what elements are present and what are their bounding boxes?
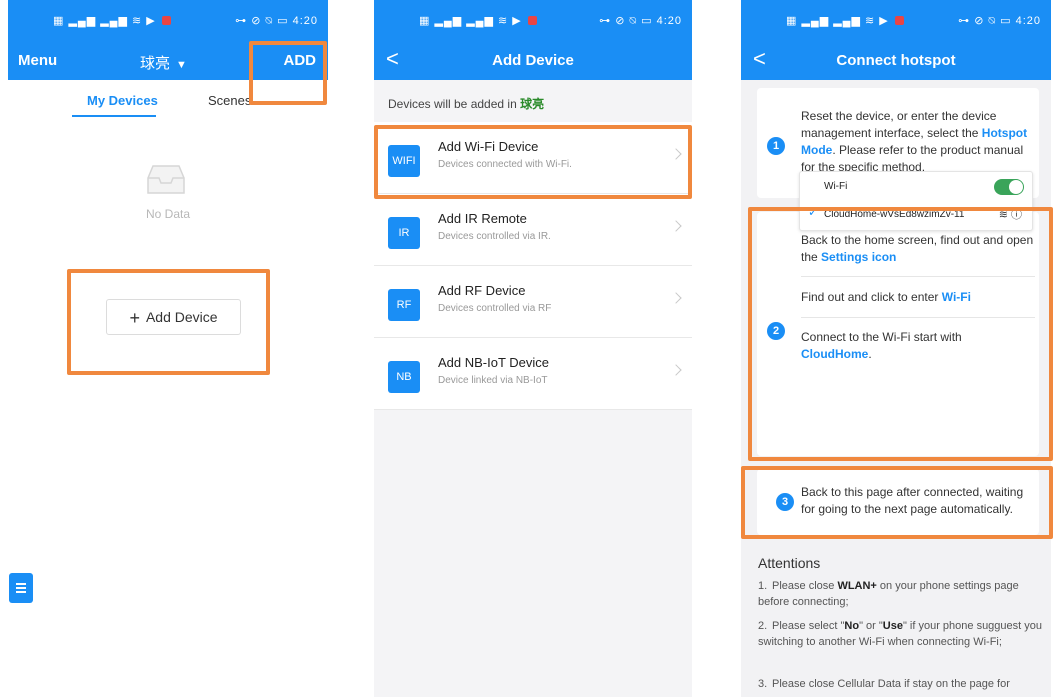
device-type-name: Add RF Device: [438, 283, 526, 298]
tab-underline: [72, 115, 156, 117]
record-icon: [894, 16, 904, 25]
chevron-right-icon: [670, 220, 682, 232]
notice-text: Devices will be added in: [388, 97, 521, 111]
attention-text: Please close Cellular Data if stay on th…: [772, 678, 1010, 690]
device-type-desc: Devices controlled via IR.: [438, 231, 551, 242]
attention-num: 2.: [758, 620, 768, 632]
step-number: 1: [767, 137, 785, 155]
tab-scenes[interactable]: Scenes: [208, 93, 251, 108]
caret-down-icon: ▼: [176, 59, 187, 71]
attention-item: 1. Please close WLAN+ on your phone setti…: [758, 578, 1043, 610]
highlight-wifi-device: [374, 125, 692, 199]
status-time: 4:20: [656, 15, 682, 27]
home-selector[interactable]: 球亮 ▼: [140, 52, 187, 73]
top-bar: < Connect hotspot: [741, 40, 1051, 80]
status-bar: ▦ ▂▄▆ ▂▄▆ ≋ ▶ ⊶ ⊘ ⍉ ▭ 4:20: [741, 0, 1051, 40]
status-right: ⊶ ⊘ ⍉ ▭ 4:20: [235, 15, 318, 27]
step-text: . Please refer to the product manual for…: [801, 143, 1024, 174]
highlight-add-device: [67, 269, 270, 375]
device-type-name: Add IR Remote: [438, 211, 527, 226]
status-right: ⊶ ⊘ ⍉ ▭ 4:20: [599, 15, 682, 27]
wifi-toggle-icon: [994, 179, 1024, 195]
attention-item: 2. Please select "No" or "Use" if your ph…: [758, 618, 1043, 650]
notice-home: 球亮: [520, 97, 545, 111]
highlight-step-2: [748, 207, 1053, 461]
device-type-nbiot[interactable]: NB Add NB-IoT Device Device linked via N…: [374, 338, 692, 410]
record-icon: [527, 16, 537, 25]
list-menu-button[interactable]: [9, 573, 33, 603]
status-bar: ▦ ▂▄▆ ▂▄▆ ≋ ▶ ⊶ ⊘ ⍉ ▭ 4:20: [8, 0, 328, 40]
nb-icon: NB: [388, 361, 420, 393]
record-icon: [161, 16, 171, 25]
attention-text: Please select ": [772, 620, 845, 632]
ir-icon: IR: [388, 217, 420, 249]
chevron-right-icon: [670, 292, 682, 304]
highlight-add: [249, 41, 327, 105]
attention-bold: No: [844, 620, 860, 632]
attention-num: 1.: [758, 580, 768, 592]
phone-screen-add-device: ▦ ▂▄▆ ▂▄▆ ≋ ▶ ⊶ ⊘ ⍉ ▭ 4:20 < Add Device …: [374, 0, 692, 697]
home-name: 球亮: [140, 55, 171, 72]
home-notice: Devices will be added in 球亮: [374, 80, 692, 122]
menu-button[interactable]: Menu: [18, 52, 57, 69]
status-time: 4:20: [1015, 15, 1041, 27]
signal-icon: ▦ ▂▄▆ ▂▄▆ ≋ ▶: [786, 14, 904, 27]
attention-item: 3. Please close Cellular Data if stay on …: [758, 676, 1043, 692]
empty-tray-icon: [147, 165, 185, 194]
signal-icon: ▦ ▂▄▆ ▂▄▆ ≋ ▶: [53, 14, 171, 27]
status-bar: ▦ ▂▄▆ ▂▄▆ ≋ ▶ ⊶ ⊘ ⍉ ▭ 4:20: [374, 0, 692, 40]
page-title: Connect hotspot: [836, 52, 956, 69]
attention-num: 3.: [758, 678, 768, 690]
status-right: ⊶ ⊘ ⍉ ▭ 4:20: [958, 15, 1041, 27]
device-type-name: Add NB-IoT Device: [438, 355, 550, 370]
device-type-desc: Devices controlled via RF: [438, 303, 552, 314]
chevron-right-icon: [670, 364, 682, 376]
devices-panel: No Data + Add Device: [8, 118, 328, 697]
wifi-label: Wi-Fi: [824, 181, 848, 192]
page-title: Add Device: [492, 52, 574, 69]
attention-text: " or ": [859, 620, 883, 632]
tab-my-devices[interactable]: My Devices: [87, 93, 158, 108]
highlight-step-3: [741, 466, 1053, 539]
device-type-ir[interactable]: IR Add IR Remote Devices controlled via …: [374, 194, 692, 266]
top-bar: < Add Device: [374, 40, 692, 80]
device-type-rf[interactable]: RF Add RF Device Devices controlled via …: [374, 266, 692, 338]
attentions-title: Attentions: [758, 555, 821, 571]
signal-icon: ▦ ▂▄▆ ▂▄▆ ≋ ▶: [419, 14, 537, 27]
attention-text: Please close: [772, 580, 838, 592]
device-type-desc: Device linked via NB-IoT: [438, 375, 548, 386]
status-time: 4:20: [292, 15, 318, 27]
rf-icon: RF: [388, 289, 420, 321]
step-1-text: Reset the device, or enter the device ma…: [801, 108, 1031, 176]
no-data-text: No Data: [145, 207, 191, 221]
attention-bold: WLAN+: [837, 580, 877, 592]
attention-bold: Use: [882, 620, 903, 632]
step-text: Reset the device, or enter the device ma…: [801, 109, 997, 140]
